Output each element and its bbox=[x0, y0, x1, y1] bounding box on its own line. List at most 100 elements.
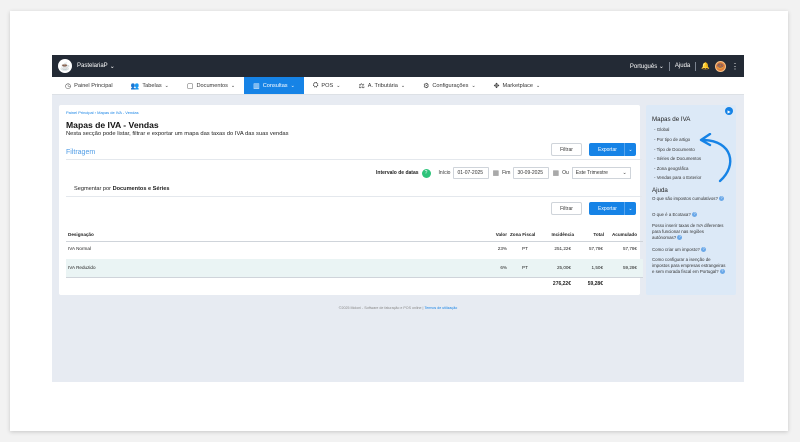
sidebar-link-series[interactable]: - Séries de Documentos bbox=[654, 156, 701, 161]
question-icon[interactable]: ? bbox=[421, 168, 431, 178]
total-total: 59,28€ bbox=[587, 281, 603, 287]
breadcrumb[interactable]: Painel Principal › Mapas de IVA - Vendas bbox=[66, 110, 139, 115]
tax-icon: ⚖ bbox=[358, 82, 365, 90]
calendar-icon[interactable]: ▦ bbox=[492, 169, 499, 177]
cell-designacao: IVA Normal bbox=[68, 246, 91, 251]
chevron-down-icon: ⌄ bbox=[622, 170, 627, 176]
question-icon: ? bbox=[719, 196, 725, 202]
divider bbox=[66, 277, 643, 278]
sidebar-link-tipo-documento[interactable]: - Tipo de Documento bbox=[654, 147, 695, 152]
cell-acumulado: 59,28€ bbox=[622, 265, 637, 270]
cell-total: 1,50€ bbox=[591, 265, 604, 270]
page-title: Mapas de IVA - Vendas bbox=[66, 120, 159, 130]
end-label: Fim bbox=[502, 170, 511, 176]
nav-item-painel-principal[interactable]: ◷ Painel Principal bbox=[56, 77, 122, 94]
divider bbox=[66, 159, 642, 160]
help-link-cumulativos[interactable]: O que são impostos cumulativos? ? bbox=[652, 196, 728, 202]
nav-label: POS bbox=[321, 82, 334, 89]
filter-section-title[interactable]: Filtragem bbox=[66, 149, 95, 156]
filter-button-secondary[interactable]: Filtrar bbox=[551, 202, 582, 215]
chevron-down-icon: ⌄ bbox=[471, 82, 476, 89]
page-subtitle: Nesta secção pode listar, filtrar e expo… bbox=[66, 131, 289, 137]
chevron-down-icon[interactable]: ⌄ bbox=[624, 143, 636, 156]
play-arrow-icon[interactable]: ▶ bbox=[725, 107, 733, 115]
help-link-ecotaxa[interactable]: O que é a Ecotaxa? ? bbox=[652, 212, 728, 218]
pos-icon: ⛭ bbox=[312, 81, 319, 89]
nav-item-documentos[interactable]: ▢ Documentos ⌄ bbox=[178, 77, 244, 94]
company-selector[interactable]: PastelariaP ⌄ bbox=[77, 63, 115, 70]
divider bbox=[66, 241, 643, 242]
bell-icon[interactable]: 🔔 bbox=[701, 62, 710, 70]
document-icon: ▢ bbox=[186, 82, 194, 90]
calendar-icon[interactable]: ▦ bbox=[552, 169, 559, 177]
chevron-down-icon: ⌄ bbox=[164, 82, 169, 89]
end-date-input[interactable]: 30-09-2025 bbox=[513, 167, 550, 179]
link-label: Zona geográfica bbox=[656, 166, 689, 171]
nav-label: A. Tributária bbox=[367, 82, 398, 89]
nav-item-pos[interactable]: ⛭ POS ⌄ bbox=[304, 77, 350, 94]
sidebar-link-global[interactable]: - Global bbox=[654, 127, 669, 132]
divider bbox=[66, 196, 642, 197]
chevron-down-icon: ⌄ bbox=[336, 82, 341, 89]
nav-label: Configurações bbox=[432, 82, 469, 89]
footer-text: ©2025 Moloni - Software de faturação e P… bbox=[338, 306, 422, 310]
export-button-secondary[interactable]: Exportar ⌄ bbox=[589, 202, 636, 215]
sidebar-link-tipo-artigo[interactable]: - Por tipo de artigo bbox=[654, 137, 690, 142]
column-header-zona-fiscal[interactable]: Zona Fiscal bbox=[510, 232, 535, 237]
nav-label: Consultas bbox=[262, 82, 288, 89]
column-header-incidencia[interactable]: Incidência bbox=[534, 232, 574, 237]
help-link-isencao[interactable]: Como configurar a isenção de impostos pa… bbox=[652, 257, 728, 275]
avatar[interactable]: 🍩 bbox=[715, 60, 726, 72]
more-vertical-icon[interactable]: ⋮ bbox=[731, 62, 739, 71]
cell-total: 57,78€ bbox=[588, 246, 603, 251]
language-selector[interactable]: Português ⌄ bbox=[630, 63, 664, 70]
chevron-down-icon: ⌄ bbox=[400, 82, 406, 89]
link-label: Vendas para o Exterior bbox=[656, 175, 702, 180]
cell-designacao: IVA Reduzido bbox=[68, 265, 96, 270]
column-header-total[interactable]: Total bbox=[579, 232, 604, 237]
help-link[interactable]: Ajuda bbox=[675, 63, 690, 69]
chart-icon: ▥ bbox=[253, 82, 260, 90]
column-header-acumulado[interactable]: Acumulado bbox=[605, 232, 637, 237]
help-label: Posso inserir taxas de IVA diferentes pa… bbox=[652, 223, 724, 240]
segment-by[interactable]: Segmentar por Documentos e Séries bbox=[74, 186, 169, 192]
chevron-down-icon: ⌄ bbox=[536, 82, 541, 89]
help-label: Como configurar a isenção de impostos pa… bbox=[652, 257, 726, 274]
column-header-designacao[interactable]: Designação bbox=[68, 232, 94, 237]
help-label: O que é a Ecotaxa? bbox=[652, 212, 691, 217]
help-link-regioes[interactable]: Posso inserir taxas de IVA diferentes pa… bbox=[652, 223, 728, 241]
cell-acumulado: 57,78€ bbox=[622, 246, 637, 251]
export-button[interactable]: Exportar ⌄ bbox=[589, 143, 636, 156]
company-name: PastelariaP bbox=[77, 63, 108, 69]
terms-link[interactable]: Termos de utilização bbox=[424, 306, 457, 310]
nav-item-marketplace[interactable]: ✥ Marketplace ⌄ bbox=[485, 77, 550, 94]
period-select[interactable]: Este Trimestre ⌄ bbox=[571, 167, 631, 179]
date-interval-label: Intervalo de datas bbox=[376, 170, 419, 176]
help-link-criar-imposto[interactable]: Como criar um imposto? ? bbox=[652, 247, 728, 253]
marketplace-icon: ✥ bbox=[493, 82, 500, 90]
nav-item-tabelas[interactable]: 👥 Tabelas ⌄ bbox=[122, 77, 178, 94]
sidebar-link-zona[interactable]: - Zona geográfica bbox=[654, 166, 688, 171]
nav-item-configuracoes[interactable]: ⚙ Configurações ⌄ bbox=[414, 77, 485, 94]
question-icon: ? bbox=[719, 269, 725, 275]
sidebar-link-exterior[interactable]: - Vendas para o Exterior bbox=[654, 175, 701, 180]
chevron-down-icon[interactable]: ⌄ bbox=[624, 202, 636, 215]
nav-item-consultas[interactable]: ▥ Consultas ⌄ bbox=[244, 77, 304, 94]
annotation-arrow-icon bbox=[699, 133, 732, 183]
filter-button[interactable]: Filtrar bbox=[551, 143, 582, 156]
start-date-input[interactable]: 01-07-2025 bbox=[453, 167, 490, 179]
help-label: O que são impostos cumulativos? bbox=[652, 196, 718, 201]
question-icon: ? bbox=[701, 247, 707, 253]
total-incidencia: 276,22€ bbox=[552, 281, 571, 287]
app-window: ☕ PastelariaP ⌄ Português ⌄ Ajuda 🔔 🍩 ⋮ … bbox=[52, 55, 744, 382]
chevron-down-icon: ⌄ bbox=[109, 63, 115, 70]
company-logo-icon[interactable]: ☕ bbox=[58, 59, 72, 73]
cell-incidencia: 25,00€ bbox=[556, 265, 571, 270]
segment-value: Documentos e Séries bbox=[112, 186, 170, 192]
nav-item-a-tributaria[interactable]: ⚖ A. Tributária ⌄ bbox=[349, 77, 414, 94]
cell-valor: 6% bbox=[500, 265, 507, 270]
main-panel: Painel Principal › Mapas de IVA - Vendas… bbox=[59, 105, 643, 295]
divider bbox=[668, 61, 670, 71]
column-header-valor[interactable]: Valor bbox=[479, 232, 507, 237]
chevron-down-icon: ⌄ bbox=[230, 82, 236, 89]
